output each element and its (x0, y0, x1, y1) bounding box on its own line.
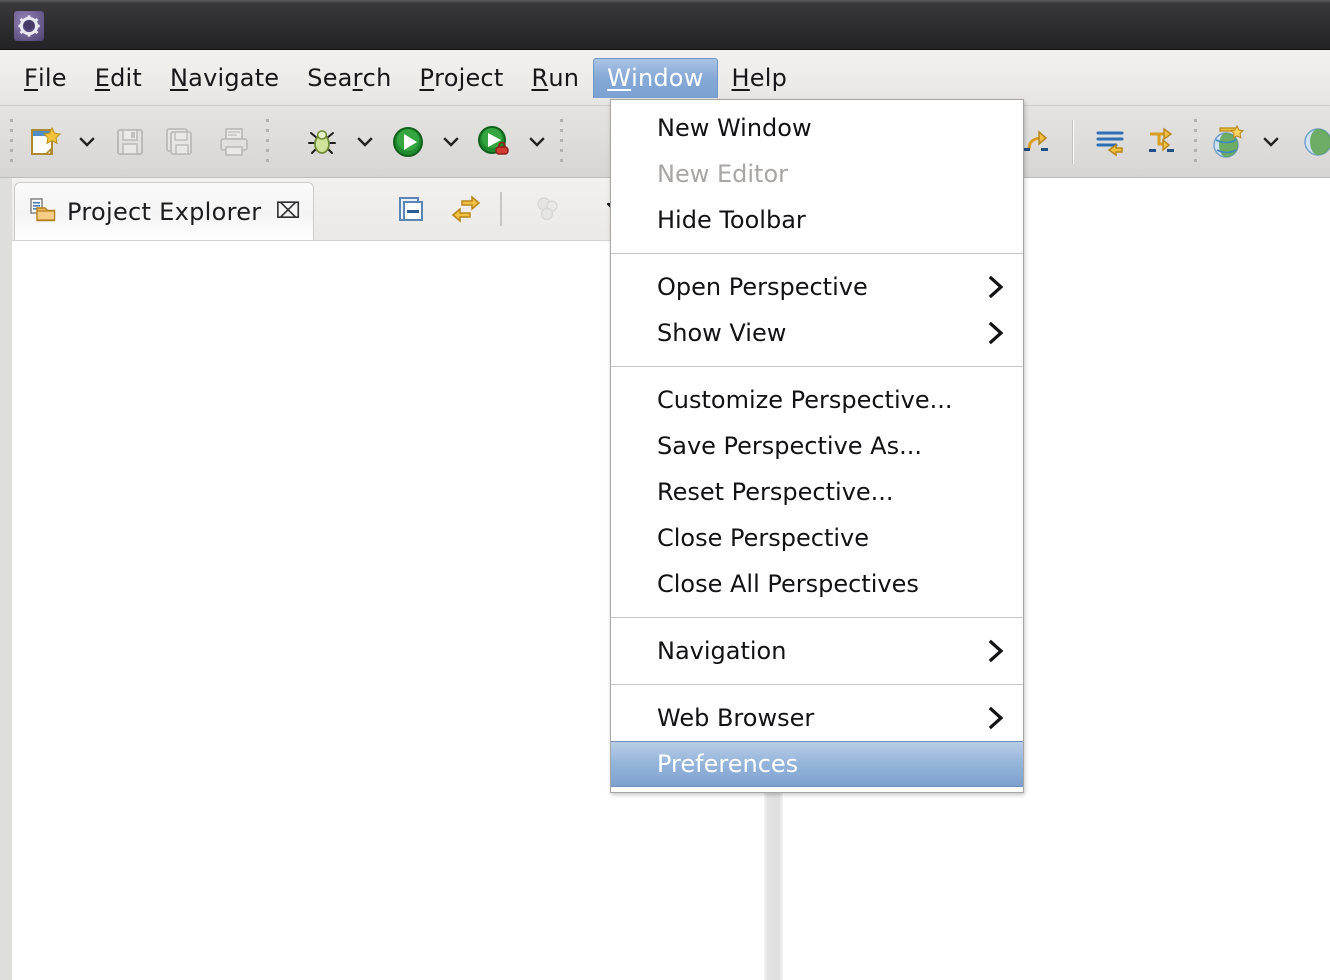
chevron-right-icon (985, 320, 1007, 346)
menu-item-new-window-label: New Window (657, 114, 812, 142)
run-icon[interactable] (382, 113, 434, 171)
menu-separator (611, 253, 1023, 254)
menu-group: Customize Perspective... Save Perspective… (611, 372, 1023, 612)
menu-group: Navigation (611, 623, 1023, 679)
collapse-all-icon[interactable] (394, 192, 428, 226)
title-bar-highlight (0, 0, 1330, 3)
toolbar-group-navigation (1010, 106, 1330, 178)
menu-item-close-all-perspectives-label: Close All Perspectives (657, 570, 919, 598)
menu-item-reset-perspective[interactable]: Reset Perspective... (611, 469, 1023, 515)
menu-separator (611, 684, 1023, 685)
menu-item-close-perspective-label: Close Perspective (657, 524, 869, 552)
toolbar-group-launch (296, 106, 568, 178)
print-icon (208, 113, 260, 171)
menu-group: New Window New Editor Hide Toolbar (611, 100, 1023, 248)
debug-icon[interactable] (296, 113, 348, 171)
chevron-right-icon (985, 274, 1007, 300)
menu-item-show-view-label: Show View (657, 319, 786, 347)
menu-item-reset-perspective-label: Reset Perspective... (657, 478, 894, 506)
coverage-icon[interactable] (468, 113, 520, 171)
toolbar-group-file (4, 106, 274, 178)
menu-item-open-perspective[interactable]: Open Perspective (611, 264, 1023, 310)
menu-group: Web Browser Preferences (611, 690, 1023, 792)
menu-item-preferences[interactable]: Preferences (611, 741, 1023, 787)
menu-item-close-perspective[interactable]: Close Perspective (611, 515, 1023, 561)
menu-item-navigation[interactable]: Navigation (611, 628, 1023, 674)
menu-group: Open Perspective Show View (611, 259, 1023, 361)
menu-item-web-browser[interactable]: Web Browser (611, 695, 1023, 741)
debug-dropdown-arrow[interactable] (348, 113, 382, 171)
menu-separator (611, 617, 1023, 618)
menu-project[interactable]: Project (405, 58, 517, 98)
menu-item-hide-toolbar-label: Hide Toolbar (657, 206, 806, 234)
eclipse-gear-icon (14, 11, 44, 41)
menu-help[interactable]: Help (718, 58, 802, 98)
menu-item-open-perspective-label: Open Perspective (657, 273, 868, 301)
menu-item-preferences-label: Preferences (657, 750, 798, 778)
chevron-right-icon (985, 705, 1007, 731)
menu-item-navigation-label: Navigation (657, 637, 786, 665)
link-with-editor-icon[interactable] (449, 192, 483, 226)
close-icon[interactable]: ⌧ (275, 199, 300, 224)
window-menu-dropdown: New Window New Editor Hide Toolbar Open Per… (610, 99, 1024, 793)
focus-on-active-task-icon[interactable] (530, 192, 564, 226)
web-dropdown-arrow[interactable] (1254, 113, 1288, 171)
menu-window[interactable]: Window (593, 58, 717, 98)
menu-file-label: ile (38, 64, 67, 92)
menu-run[interactable]: Run (517, 58, 593, 98)
menu-item-hide-toolbar[interactable]: Hide Toolbar (611, 197, 1023, 243)
new-wizard-icon[interactable] (18, 113, 70, 171)
tab-project-explorer-label: Project Explorer (67, 198, 261, 226)
toolbar-grip[interactable] (7, 119, 15, 165)
menu-item-web-browser-label: Web Browser (657, 704, 814, 732)
menu-item-save-perspective-as-label: Save Perspective As... (657, 432, 922, 460)
workbench-left-edge (0, 178, 12, 980)
title-bar (0, 0, 1330, 50)
menu-item-new-editor-label: New Editor (657, 160, 788, 188)
menu-navigate[interactable]: Navigate (156, 58, 293, 98)
menu-item-show-view[interactable]: Show View (611, 310, 1023, 356)
menu-item-new-window[interactable]: New Window (611, 105, 1023, 151)
menu-item-close-all-perspectives[interactable]: Close All Perspectives (611, 561, 1023, 607)
new-web-project-icon[interactable] (1202, 113, 1254, 171)
menu-item-save-perspective-as[interactable]: Save Perspective As... (611, 423, 1023, 469)
menu-edit[interactable]: Edit (81, 58, 156, 98)
save-icon (104, 113, 156, 171)
open-task-icon[interactable] (1084, 113, 1136, 171)
run-dropdown-arrow[interactable] (434, 113, 468, 171)
menu-file[interactable]: File (10, 58, 81, 98)
save-all-icon (156, 113, 208, 171)
project-explorer-folder-icon (29, 196, 57, 228)
toolbar-grip[interactable] (557, 119, 565, 165)
menu-separator (611, 366, 1023, 367)
menu-search[interactable]: Search (293, 58, 405, 98)
menu-bar: File Edit Navigate Search Project Run Wi… (0, 50, 1330, 106)
menu-item-customize-perspective[interactable]: Customize Perspective... (611, 377, 1023, 423)
toolbar-grip[interactable] (1191, 119, 1199, 165)
toolbar-separator (1072, 120, 1074, 164)
menu-item-new-editor: New Editor (611, 151, 1023, 197)
toolbar-grip[interactable] (263, 119, 271, 165)
view-toolbar-separator (500, 192, 502, 226)
tab-project-explorer[interactable]: Project Explorer ⌧ (14, 182, 314, 240)
skip-breakpoints-icon[interactable] (1136, 113, 1188, 171)
menu-item-customize-perspective-label: Customize Perspective... (657, 386, 953, 414)
new-dropdown-arrow[interactable] (70, 113, 104, 171)
coverage-dropdown-arrow[interactable] (520, 113, 554, 171)
open-type-icon[interactable] (1288, 113, 1330, 171)
chevron-right-icon (985, 638, 1007, 664)
